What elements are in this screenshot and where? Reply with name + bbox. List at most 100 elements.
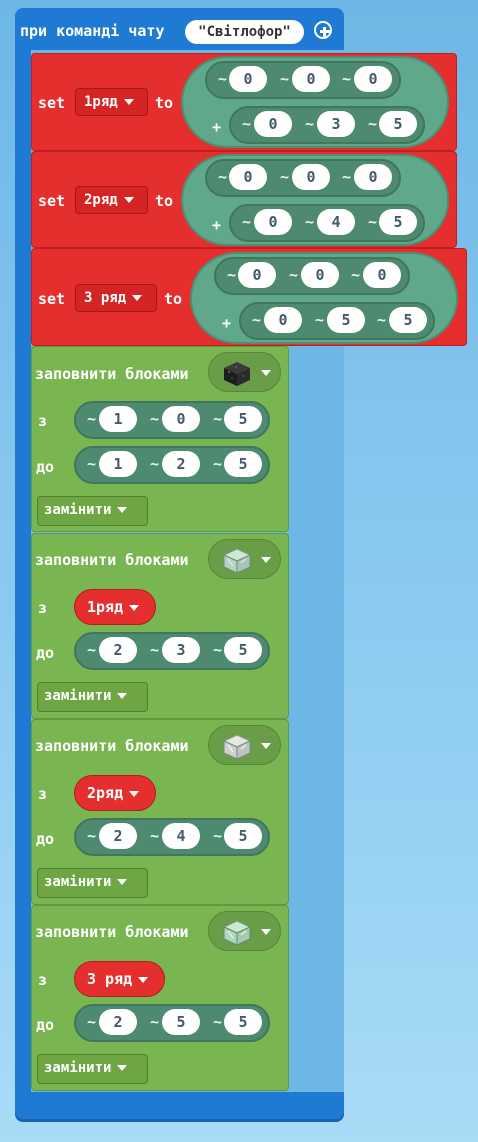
relative-tilde: ~ — [227, 266, 237, 284]
fill-mode-dropdown[interactable]: замінити — [37, 868, 148, 898]
coord-x[interactable]: 2 — [99, 823, 137, 849]
coord-y[interactable]: 3 — [162, 637, 200, 663]
plus-operator: + — [212, 118, 222, 136]
relative-tilde: ~ — [150, 641, 160, 659]
relative-tilde: ~ — [87, 410, 97, 428]
relative-tilde: ~ — [213, 827, 223, 845]
relative-tilde: ~ — [150, 455, 160, 473]
relative-tilde: ~ — [242, 213, 252, 231]
to-label: до — [36, 458, 55, 476]
to-keyword: to — [155, 192, 174, 210]
variable-dropdown[interactable]: 1ряд — [75, 88, 148, 116]
relative-tilde: ~ — [280, 168, 290, 186]
fill-mode-dropdown[interactable]: замінити — [37, 1054, 148, 1084]
plus-circle-icon[interactable] — [314, 21, 332, 39]
relative-tilde: ~ — [150, 827, 160, 845]
coord-y[interactable]: 5 — [327, 307, 365, 333]
variable-dropdown[interactable]: 2ряд — [75, 186, 148, 214]
coord-z[interactable]: 0 — [354, 164, 392, 190]
relative-tilde: ~ — [252, 311, 262, 329]
relative-tilde: ~ — [87, 641, 97, 659]
coord-z[interactable]: 5 — [379, 111, 417, 137]
chevron-down-icon — [261, 743, 271, 749]
coord-x[interactable]: 0 — [229, 164, 267, 190]
coord-z[interactable]: 0 — [354, 66, 392, 92]
coord-x[interactable]: 0 — [254, 111, 292, 137]
to-keyword: to — [164, 290, 183, 308]
relative-tilde: ~ — [87, 455, 97, 473]
coord-y[interactable]: 0 — [292, 66, 330, 92]
coord-z[interactable]: 5 — [379, 209, 417, 235]
block-picker[interactable] — [208, 539, 281, 579]
from-variable-pill[interactable]: 1ряд — [74, 589, 156, 625]
from-variable-pill[interactable]: 2ряд — [74, 775, 156, 811]
from-variable-pill[interactable]: 3 ряд — [74, 961, 165, 997]
relative-tilde: ~ — [342, 168, 352, 186]
coord-x[interactable]: 0 — [254, 209, 292, 235]
coord-x[interactable]: 0 — [264, 307, 302, 333]
coord-z[interactable]: 5 — [224, 637, 262, 663]
coord-z[interactable]: 5 — [224, 451, 262, 477]
relative-tilde: ~ — [368, 213, 378, 231]
to-label: до — [36, 830, 55, 848]
relative-tilde: ~ — [305, 213, 315, 231]
glass-block-icon — [223, 548, 251, 574]
relative-tilde: ~ — [150, 410, 160, 428]
chat-command-input[interactable]: "Світлофор" — [185, 20, 304, 44]
fill-mode-dropdown[interactable]: замінити — [37, 496, 148, 526]
coord-z[interactable]: 5 — [224, 823, 262, 849]
fill-mode-dropdown[interactable]: замінити — [37, 682, 148, 712]
relative-tilde: ~ — [377, 311, 387, 329]
relative-tilde: ~ — [305, 115, 315, 133]
coord-z[interactable]: 5 — [224, 1009, 262, 1035]
plus-operator: + — [222, 314, 232, 332]
glass-block-icon — [223, 920, 251, 946]
coord-z[interactable]: 5 — [389, 307, 427, 333]
relative-tilde: ~ — [315, 311, 325, 329]
coord-y[interactable]: 5 — [162, 1009, 200, 1035]
coord-x[interactable]: 0 — [238, 262, 276, 288]
relative-tilde: ~ — [213, 410, 223, 428]
relative-tilde: ~ — [87, 827, 97, 845]
coord-y[interactable]: 4 — [162, 823, 200, 849]
black-concrete-block-icon — [224, 362, 250, 386]
coord-x[interactable]: 1 — [99, 451, 137, 477]
coord-x[interactable]: 2 — [99, 637, 137, 663]
set-keyword: set — [38, 290, 66, 308]
from-label: з — [38, 599, 48, 617]
from-label: з — [38, 785, 48, 803]
coord-y[interactable]: 3 — [317, 111, 355, 137]
coord-y[interactable]: 2 — [162, 451, 200, 477]
relative-tilde: ~ — [280, 70, 290, 88]
block-picker[interactable] — [208, 725, 281, 765]
coord-z[interactable]: 5 — [224, 406, 262, 432]
coord-x[interactable]: 1 — [99, 406, 137, 432]
set-keyword: set — [38, 192, 66, 210]
relative-tilde: ~ — [218, 70, 228, 88]
relative-tilde: ~ — [218, 168, 228, 186]
relative-tilde: ~ — [368, 115, 378, 133]
relative-tilde: ~ — [289, 266, 299, 284]
to-label: до — [36, 1016, 55, 1034]
coord-y[interactable]: 0 — [162, 406, 200, 432]
from-label: з — [38, 971, 48, 989]
relative-tilde: ~ — [351, 266, 361, 284]
relative-tilde: ~ — [150, 1013, 160, 1031]
coord-y[interactable]: 0 — [301, 262, 339, 288]
coord-y[interactable]: 0 — [292, 164, 330, 190]
set-keyword: set — [38, 94, 66, 112]
coord-x[interactable]: 0 — [229, 66, 267, 92]
plus-operator: + — [212, 216, 222, 234]
coord-y[interactable]: 4 — [317, 209, 355, 235]
chevron-down-icon — [261, 370, 271, 376]
relative-tilde: ~ — [213, 455, 223, 473]
relative-tilde: ~ — [213, 1013, 223, 1031]
coord-x[interactable]: 2 — [99, 1009, 137, 1035]
variable-dropdown[interactable]: 3 ряд — [75, 284, 157, 312]
relative-tilde: ~ — [213, 641, 223, 659]
event-label: при команді чату — [20, 22, 165, 40]
glass-block-icon — [223, 734, 251, 760]
coord-z[interactable]: 0 — [363, 262, 401, 288]
block-picker[interactable] — [208, 911, 281, 951]
block-picker[interactable] — [208, 352, 281, 392]
